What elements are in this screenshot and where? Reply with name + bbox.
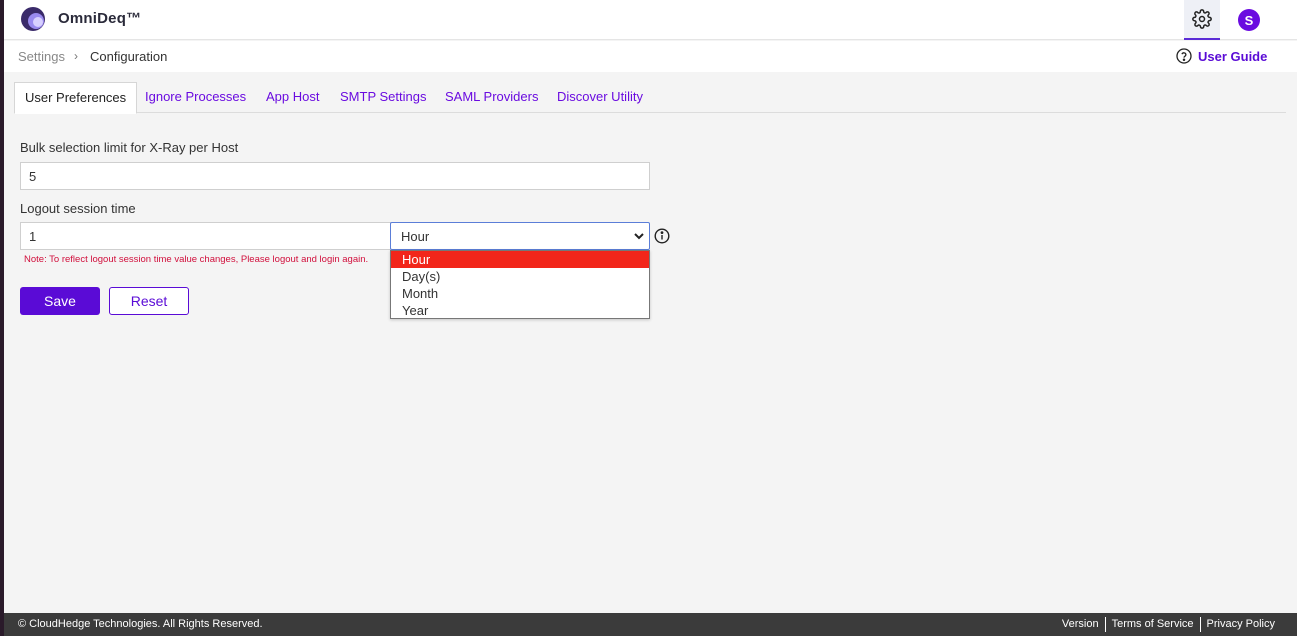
gear-icon xyxy=(1192,9,1212,29)
help-circle-icon xyxy=(1176,48,1192,64)
breadcrumb-current: Configuration xyxy=(90,49,168,64)
settings-tabs: User Preferences Ignore Processes App Ho… xyxy=(14,82,1286,114)
logout-session-label: Logout session time xyxy=(20,201,136,216)
breadcrumb-chevron-icon: › xyxy=(74,49,78,63)
terms-link[interactable]: Terms of Service xyxy=(1106,617,1200,632)
save-button[interactable]: Save xyxy=(20,287,100,315)
logout-note: Note: To reflect logout session time val… xyxy=(24,254,369,265)
tab-ignore-processes[interactable]: Ignore Processes xyxy=(135,82,256,113)
user-avatar[interactable]: S xyxy=(1238,9,1260,31)
chevron-down-icon xyxy=(634,233,644,240)
tab-app-host[interactable]: App Host xyxy=(256,82,329,113)
reset-button[interactable]: Reset xyxy=(109,287,189,315)
tab-saml-providers[interactable]: SAML Providers xyxy=(435,82,548,113)
copyright-text: © CloudHedge Technologies. All Rights Re… xyxy=(18,618,263,630)
user-guide-label: User Guide xyxy=(1198,48,1268,64)
footer-links: Version Terms of Service Privacy Policy xyxy=(1056,617,1281,632)
session-unit-value: Hour xyxy=(401,229,430,244)
bulk-limit-label: Bulk selection limit for X-Ray per Host xyxy=(20,140,239,155)
tab-user-preferences[interactable]: User Preferences xyxy=(14,82,138,114)
option-hour[interactable]: Hour xyxy=(391,251,649,268)
left-edge-bar xyxy=(0,0,4,636)
version-link[interactable]: Version xyxy=(1056,617,1105,632)
session-unit-dropdown: Hour Day(s) Month Year xyxy=(390,250,650,319)
app-brand[interactable]: OmniDeq™ xyxy=(58,10,141,27)
bulk-limit-input[interactable]: 5 xyxy=(20,162,650,190)
settings-button[interactable] xyxy=(1184,0,1220,40)
breadcrumb-settings-link[interactable]: Settings xyxy=(18,49,65,64)
logout-session-input[interactable]: 1 xyxy=(20,222,391,250)
omnideq-logo-icon[interactable] xyxy=(20,6,46,32)
breadcrumb: Settings › Configuration User Guide xyxy=(4,41,1297,72)
user-guide-link[interactable]: User Guide xyxy=(1176,48,1267,64)
tab-smtp-settings[interactable]: SMTP Settings xyxy=(330,82,436,113)
option-month[interactable]: Month xyxy=(391,285,649,302)
option-days[interactable]: Day(s) xyxy=(391,268,649,285)
info-icon[interactable] xyxy=(654,228,670,244)
session-unit-select[interactable]: Hour xyxy=(390,222,650,250)
option-year[interactable]: Year xyxy=(391,302,649,319)
privacy-link[interactable]: Privacy Policy xyxy=(1201,617,1281,632)
footer: © CloudHedge Technologies. All Rights Re… xyxy=(4,613,1297,636)
top-navbar: OmniDeq™ S xyxy=(4,0,1297,40)
tab-discover-utility[interactable]: Discover Utility xyxy=(547,82,653,113)
